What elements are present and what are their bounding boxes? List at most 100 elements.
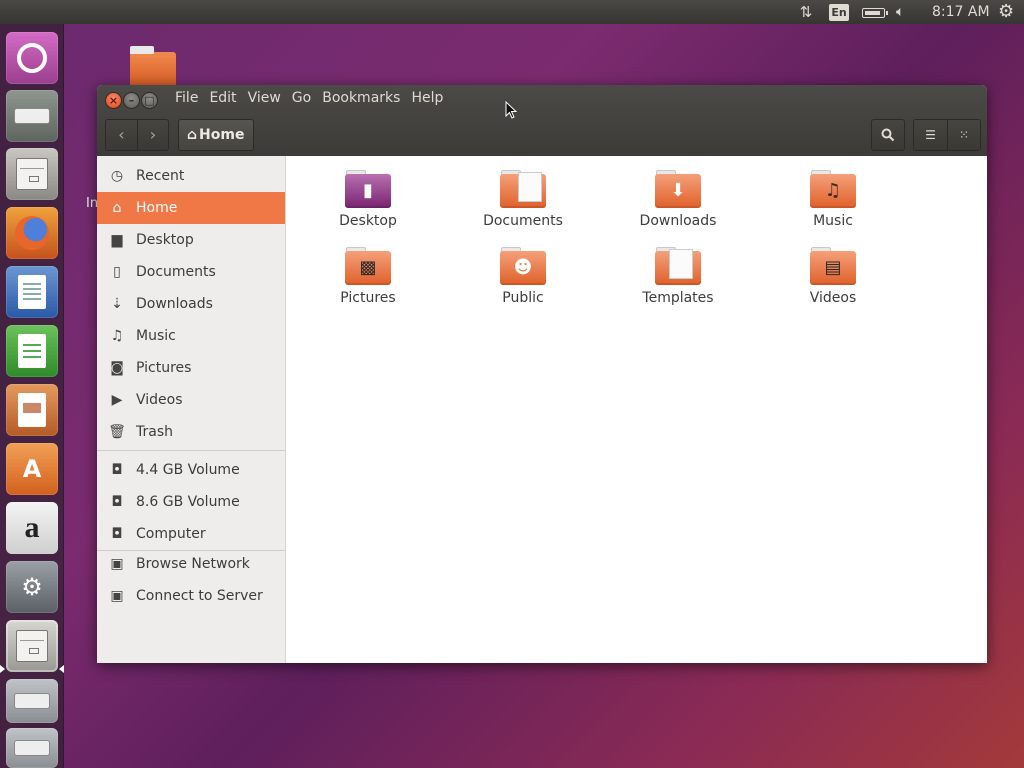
drive-icon	[14, 740, 50, 756]
maximize-window-button[interactable]: □	[141, 92, 158, 109]
minimize-window-button[interactable]: –	[123, 92, 140, 109]
sidebar-item-browse-network[interactable]: ▣ Browse Network	[97, 548, 285, 580]
focused-indicator-icon	[59, 665, 64, 673]
drive-launcher-button[interactable]	[6, 728, 58, 768]
list-view-button[interactable]: ☰	[914, 120, 947, 150]
volume-icon[interactable]: 🔈︎	[896, 0, 918, 24]
menu-file[interactable]: File	[175, 90, 198, 110]
sidebar-item-label: 8.6 GB Volume	[136, 494, 240, 510]
folder-music[interactable]: ♫ Music	[773, 170, 893, 229]
software-center-button[interactable]: A	[6, 443, 58, 495]
computer-drive-icon: ◘	[111, 526, 123, 542]
menu-bookmarks[interactable]: Bookmarks	[322, 90, 400, 110]
close-window-button[interactable]: ×	[105, 92, 122, 109]
documents-folder-icon	[500, 170, 546, 208]
spreadsheet-icon	[18, 334, 46, 368]
folder-documents[interactable]: Documents	[463, 170, 583, 229]
folder-public[interactable]: ☻ Public	[463, 247, 583, 306]
pictures-folder-icon: ▩	[345, 247, 391, 285]
menu-edit[interactable]: Edit	[209, 90, 236, 110]
sidebar-item-downloads[interactable]: ⇣ Downloads	[97, 288, 285, 320]
folder-downloads[interactable]: ⬇ Downloads	[618, 170, 738, 229]
launcher: A a ⚙	[0, 24, 64, 768]
folder-label: Downloads	[639, 213, 717, 229]
view-mode-buttons: ☰ ⁙	[913, 119, 981, 151]
firefox-icon	[15, 216, 49, 250]
file-view[interactable]: ▮ Desktop Documents ⬇ Downloads ♫ Music …	[286, 156, 987, 663]
grid-icon: ⁙	[958, 128, 970, 142]
folder-desktop[interactable]: ▮ Desktop	[308, 170, 428, 229]
presentation-icon	[18, 393, 46, 427]
amazon-launcher-button[interactable]: a	[6, 502, 58, 554]
sidebar-item-connect-server[interactable]: ▣ Connect to Server	[97, 580, 285, 612]
navigation-buttons: ‹ ›	[105, 119, 169, 151]
downloads-folder-icon: ⬇	[655, 170, 701, 208]
battery-icon[interactable]	[862, 8, 888, 18]
sidebar-divider	[97, 450, 285, 451]
sidebar-item-pictures[interactable]: ◙ Pictures	[97, 352, 285, 384]
server-icon: ▣	[110, 588, 124, 604]
sidebar-item-recent[interactable]: ◷ Recent	[97, 160, 285, 192]
drive-icon: ◘	[111, 462, 123, 478]
writer-document-icon	[18, 275, 46, 309]
sidebar-item-videos[interactable]: ▶ Videos	[97, 384, 285, 416]
folder-label: Music	[813, 213, 853, 229]
clock[interactable]: 8:17 AM	[932, 0, 990, 24]
sidebar-item-trash[interactable]: 🗑︎ Trash	[97, 416, 285, 448]
ubuntu-dash-button[interactable]	[6, 32, 58, 84]
drive-launcher-button[interactable]	[6, 679, 58, 723]
sidebar-item-home[interactable]: ⌂ Home	[97, 192, 285, 224]
window-titlebar[interactable]: × – □ File Edit View Go Bookmarks Help ‹…	[97, 85, 987, 156]
templates-folder-icon	[655, 247, 701, 285]
menu-view[interactable]: View	[248, 90, 281, 110]
sidebar-item-computer[interactable]: ◘ Computer	[97, 518, 285, 550]
folder-label: Videos	[809, 290, 857, 306]
grid-view-button[interactable]: ⁙	[946, 120, 980, 150]
writer-launcher-button[interactable]	[6, 266, 58, 318]
sidebar-item-label: Home	[136, 200, 178, 216]
folder-label: Pictures	[340, 290, 396, 306]
sidebar-item-music[interactable]: ♫ Music	[97, 320, 285, 352]
menu-go[interactable]: Go	[292, 90, 311, 110]
sidebar-item-volume-4-4[interactable]: ◘ 4.4 GB Volume	[97, 454, 285, 486]
sidebar-item-label: Music	[136, 328, 176, 344]
desktop-folder-icon: ▮	[345, 170, 391, 208]
sidebar-item-desktop[interactable]: ▆ Desktop	[97, 224, 285, 256]
menu-bar: File Edit View Go Bookmarks Help	[175, 90, 454, 110]
session-gear-icon[interactable]: ⚙	[998, 0, 1018, 24]
menu-help[interactable]: Help	[411, 90, 443, 110]
amazon-icon: a	[24, 511, 40, 544]
search-icon	[881, 128, 895, 142]
sidebar-item-documents[interactable]: ▯ Documents	[97, 256, 285, 288]
system-settings-button[interactable]: ⚙	[6, 561, 58, 613]
keyboard-layout-indicator[interactable]: En	[829, 4, 849, 21]
folder-label: Templates	[642, 290, 714, 306]
home-icon: ⌂	[112, 200, 122, 216]
folder-templates[interactable]: Templates	[618, 247, 738, 306]
folder-label: Public	[502, 290, 544, 306]
firefox-launcher-button[interactable]	[6, 207, 58, 259]
search-button[interactable]	[871, 119, 905, 151]
music-note-icon: ♫	[110, 328, 124, 344]
impress-launcher-button[interactable]	[6, 384, 58, 436]
network-transfer-icon[interactable]: ⇅	[796, 0, 816, 24]
sidebar-item-label: Recent	[136, 168, 185, 184]
document-icon: ▯	[113, 264, 121, 280]
path-home-button[interactable]: ⌂ Home	[178, 119, 254, 151]
sidebar-item-label: Videos	[136, 392, 183, 408]
folder-label: Desktop	[339, 213, 397, 229]
forward-button[interactable]: ›	[136, 120, 168, 150]
install-ubuntu-button[interactable]	[6, 90, 58, 142]
drive-icon: ◘	[111, 494, 123, 510]
video-icon: ▶	[111, 392, 123, 408]
files-launcher-button[interactable]	[6, 148, 58, 200]
sidebar-item-label: Trash	[136, 424, 173, 440]
files-running-button[interactable]	[6, 620, 58, 672]
folder-pictures[interactable]: ▩ Pictures	[308, 247, 428, 306]
toolbar: ‹ › ⌂ Home ☰ ⁙	[97, 116, 987, 156]
calc-launcher-button[interactable]	[6, 325, 58, 377]
folder-videos[interactable]: ▤ Videos	[773, 247, 893, 306]
back-button[interactable]: ‹	[106, 120, 137, 150]
sidebar-item-volume-8-6[interactable]: ◘ 8.6 GB Volume	[97, 486, 285, 518]
drive-icon	[14, 693, 50, 709]
